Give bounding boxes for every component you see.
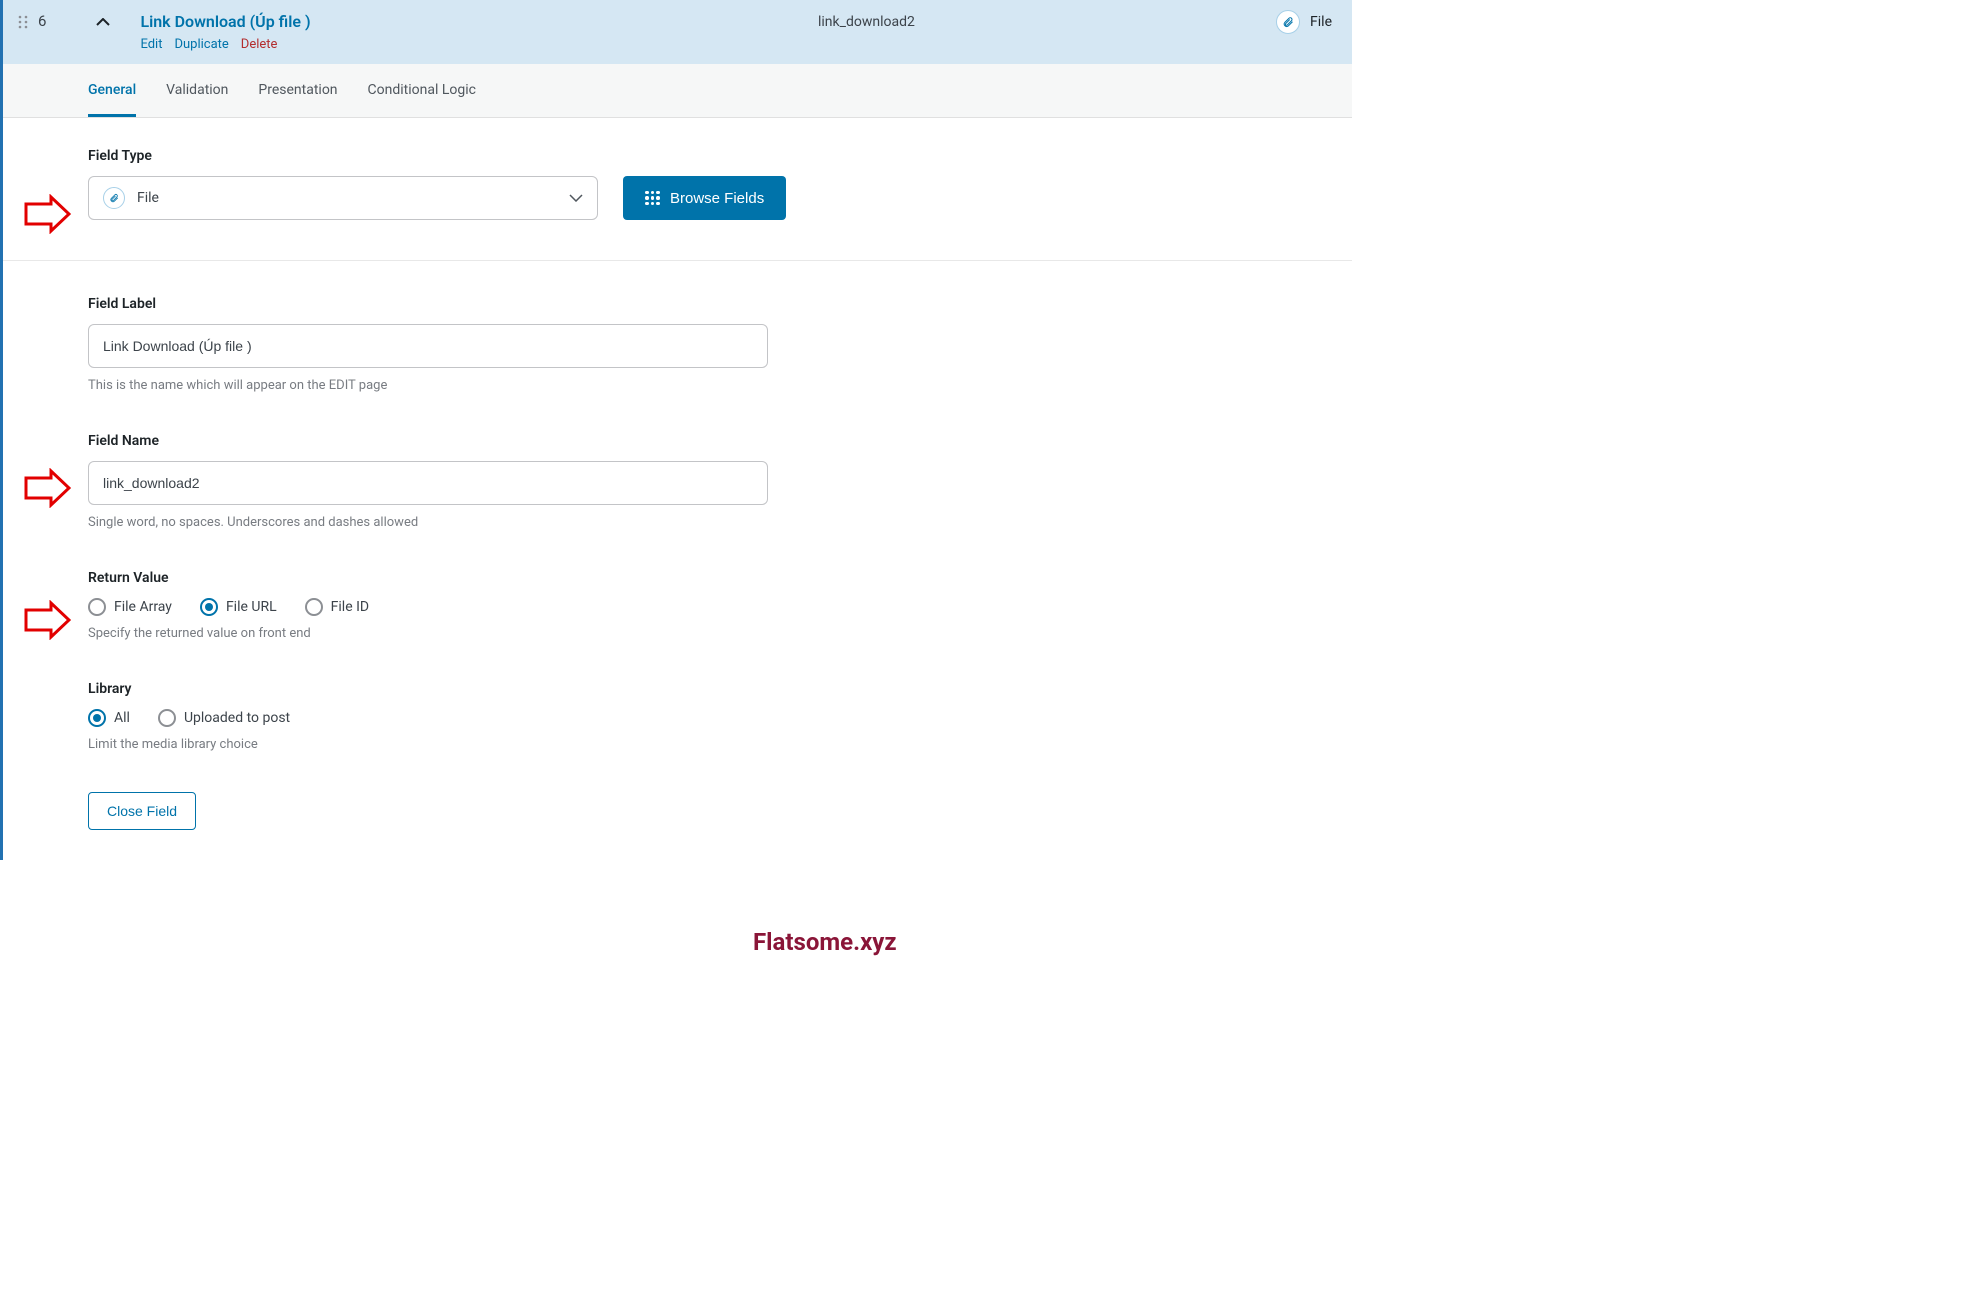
radio-icon: [158, 709, 176, 727]
arrow-annotation-icon: [21, 194, 71, 234]
radio-label: File URL: [226, 599, 277, 615]
return-value-hint: Specify the returned value on front end: [88, 626, 1267, 641]
radio-file-id[interactable]: File ID: [305, 598, 369, 616]
field-header: 6 Link Download (Úp file ) Edit Duplicat…: [3, 0, 1352, 64]
radio-library-all[interactable]: All: [88, 709, 130, 727]
tab-conditional-logic[interactable]: Conditional Logic: [368, 64, 476, 117]
arrow-annotation-icon: [21, 468, 71, 508]
field-name-input[interactable]: [88, 461, 768, 505]
radio-icon: [305, 598, 323, 616]
field-name-label: Field Name: [88, 433, 1267, 449]
drag-handle-icon[interactable]: [18, 12, 28, 32]
arrow-annotation-icon: [21, 600, 71, 640]
radio-library-uploaded[interactable]: Uploaded to post: [158, 709, 290, 727]
field-label-label: Field Label: [88, 296, 1267, 312]
edit-action[interactable]: Edit: [140, 37, 162, 52]
header-type-label: File: [1310, 14, 1332, 30]
grid-icon: [645, 191, 660, 206]
field-type-select[interactable]: File: [88, 176, 598, 220]
radio-label: Uploaded to post: [184, 710, 290, 726]
tabs: General Validation Presentation Conditio…: [3, 64, 1352, 118]
radio-file-array[interactable]: File Array: [88, 598, 172, 616]
field-order-number: 6: [38, 12, 46, 30]
header-field-name: link_download2: [818, 14, 915, 30]
field-title[interactable]: Link Download (Úp file ): [140, 12, 310, 31]
delete-action[interactable]: Delete: [241, 37, 278, 52]
library-label: Library: [88, 681, 1267, 697]
watermark: Flatsome.xyz: [753, 928, 897, 956]
close-field-button[interactable]: Close Field: [88, 792, 196, 830]
attachment-icon: [103, 187, 125, 209]
library-hint: Limit the media library choice: [88, 737, 1267, 752]
chevron-down-icon: [569, 190, 583, 206]
header-field-type: File: [1276, 10, 1332, 34]
browse-button-label: Browse Fields: [670, 190, 764, 207]
tab-general[interactable]: General: [88, 64, 136, 117]
radio-label: All: [114, 710, 130, 726]
radio-icon: [88, 598, 106, 616]
duplicate-action[interactable]: Duplicate: [174, 37, 228, 52]
tab-validation[interactable]: Validation: [166, 64, 228, 117]
radio-file-url[interactable]: File URL: [200, 598, 277, 616]
field-label-hint: This is the name which will appear on th…: [88, 378, 1267, 393]
field-label-input[interactable]: [88, 324, 768, 368]
radio-icon: [88, 709, 106, 727]
tab-presentation[interactable]: Presentation: [258, 64, 337, 117]
field-name-hint: Single word, no spaces. Underscores and …: [88, 515, 1267, 530]
radio-label: File ID: [331, 599, 369, 615]
radio-label: File Array: [114, 599, 172, 615]
field-type-value: File: [137, 190, 159, 206]
browse-fields-button[interactable]: Browse Fields: [623, 176, 786, 220]
attachment-icon: [1276, 10, 1300, 34]
radio-icon: [200, 598, 218, 616]
field-type-label: Field Type: [88, 148, 1267, 164]
collapse-icon[interactable]: [96, 12, 110, 32]
return-value-label: Return Value: [88, 570, 1267, 586]
